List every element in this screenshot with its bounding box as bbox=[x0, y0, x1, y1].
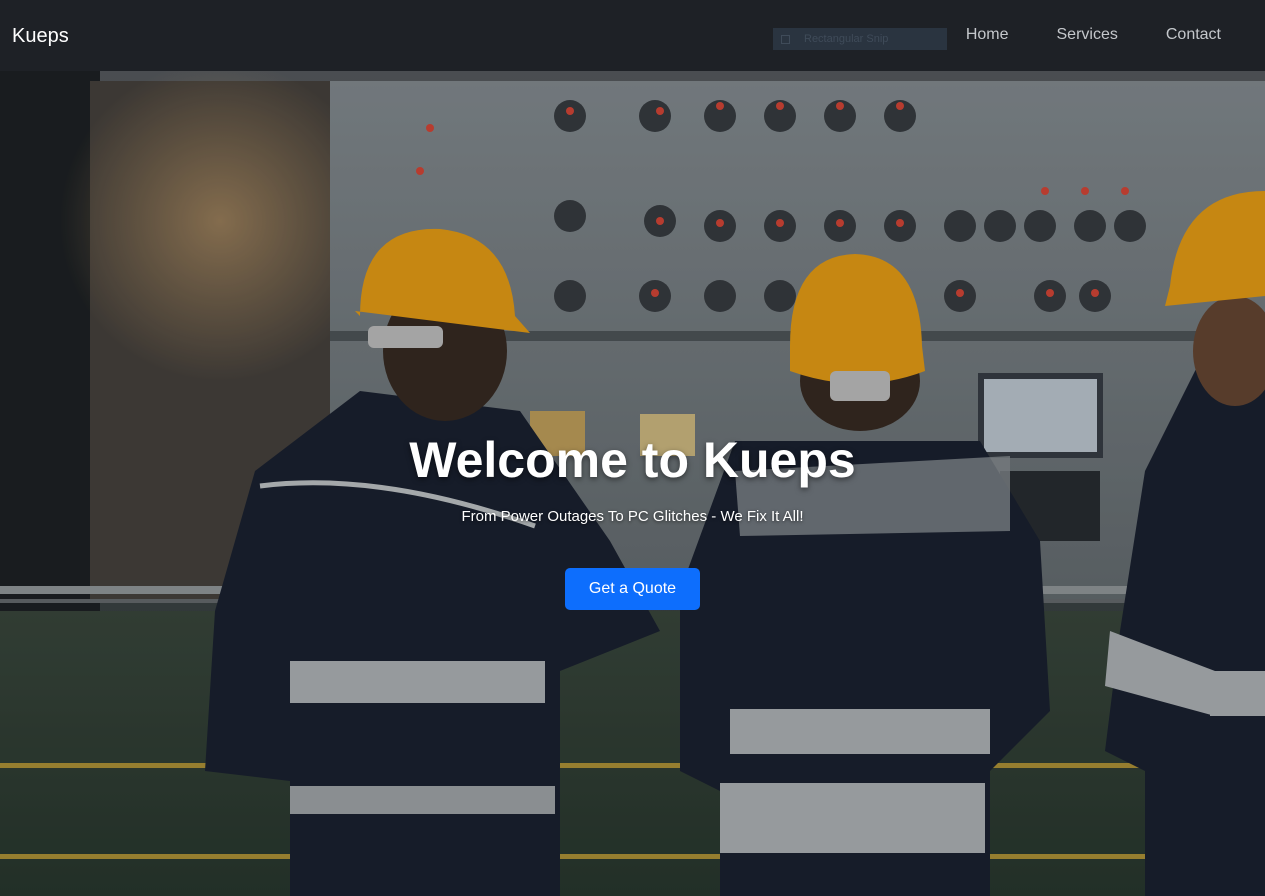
snip-label: Rectangular Snip bbox=[804, 33, 889, 45]
nav-links: Home Services Contact bbox=[966, 24, 1221, 46]
navbar: Kueps Rectangular Snip Home Services Con… bbox=[0, 0, 1265, 71]
hero-subtitle: From Power Outages To PC Glitches - We F… bbox=[461, 508, 804, 525]
nav-link-contact[interactable]: Contact bbox=[1166, 24, 1221, 46]
hero-title: Welcome to Kueps bbox=[409, 432, 856, 488]
rectangular-snip-toolbar[interactable]: Rectangular Snip bbox=[773, 28, 947, 50]
brand-logo-link[interactable]: Kueps bbox=[12, 24, 69, 48]
hero-section: Welcome to Kueps From Power Outages To P… bbox=[0, 71, 1265, 896]
nav-link-home[interactable]: Home bbox=[966, 24, 1009, 46]
nav-link-services[interactable]: Services bbox=[1057, 24, 1118, 46]
snip-icon bbox=[781, 34, 790, 44]
get-a-quote-button[interactable]: Get a Quote bbox=[565, 568, 700, 610]
